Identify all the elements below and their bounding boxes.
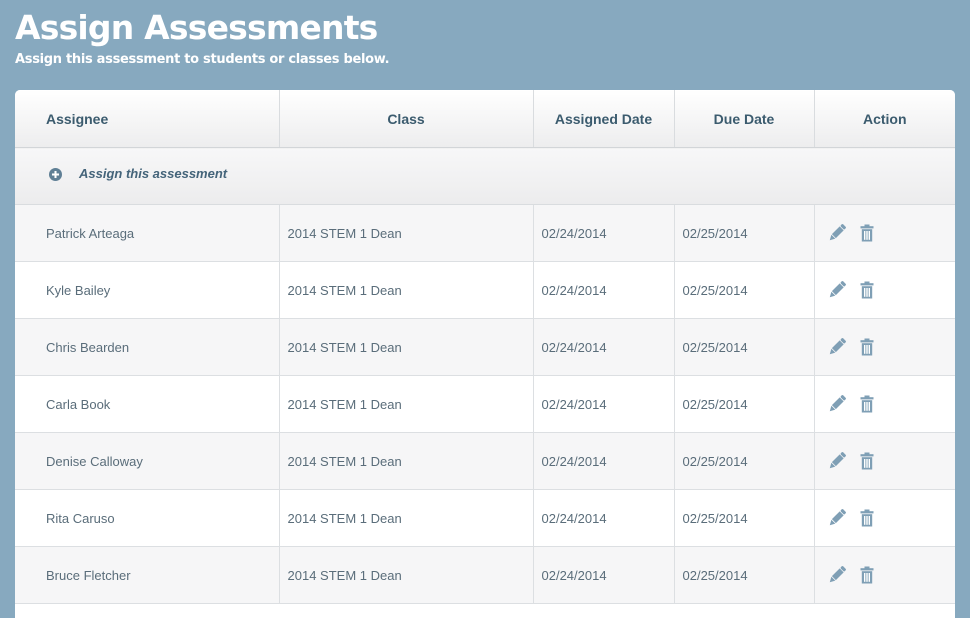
edit-button[interactable] (827, 451, 847, 471)
trash-icon (860, 566, 874, 584)
assigned-date-cell: 02/24/2014 (533, 261, 675, 319)
class-cell: 2014 STEM 1 Dean (279, 375, 534, 433)
assignee-cell: Rita Caruso (15, 489, 280, 547)
edit-button[interactable] (827, 565, 847, 585)
action-cell (814, 546, 955, 604)
due-date-cell: 02/25/2014 (674, 318, 815, 376)
plus-circle-icon (49, 168, 62, 181)
column-header-assignee[interactable]: Assignee (15, 90, 280, 148)
trash-icon (860, 281, 874, 299)
delete-button[interactable] (860, 281, 874, 299)
column-header-due-date[interactable]: Due Date (674, 90, 815, 148)
delete-button[interactable] (860, 509, 874, 527)
assigned-date-cell: 02/24/2014 (533, 489, 675, 547)
column-header-action: Action (814, 90, 955, 148)
delete-button[interactable] (860, 395, 874, 413)
edit-button[interactable] (827, 337, 847, 357)
assignee-cell: Chris Bearden (15, 318, 280, 376)
pencil-icon (829, 509, 846, 526)
due-date-cell: 02/25/2014 (674, 375, 815, 433)
table-row: Bruce Fletcher 2014 STEM 1 Dean 02/24/20… (15, 546, 955, 604)
assignee-cell: Bruce Fletcher (15, 546, 280, 604)
due-date-cell: 02/25/2014 (674, 204, 815, 262)
trash-icon (860, 338, 874, 356)
table-row: Rita Caruso 2014 STEM 1 Dean 02/24/2014 … (15, 489, 955, 547)
table-row: Carla Book 2014 STEM 1 Dean 02/24/2014 0… (15, 375, 955, 433)
delete-button[interactable] (860, 338, 874, 356)
table-header-row: Assignee Class Assigned Date Due Date Ac… (15, 90, 955, 148)
trash-icon (860, 509, 874, 527)
due-date-cell: 02/25/2014 (674, 261, 815, 319)
page-title: Assign Assessments (15, 8, 378, 47)
assignments-panel: Assignee Class Assigned Date Due Date Ac… (15, 90, 955, 618)
action-cell (814, 204, 955, 262)
delete-button[interactable] (860, 224, 874, 242)
trash-icon (860, 452, 874, 470)
edit-button[interactable] (827, 508, 847, 528)
assigned-date-cell: 02/24/2014 (533, 204, 675, 262)
pencil-icon (829, 452, 846, 469)
table-row: Patrick Arteaga 2014 STEM 1 Dean 02/24/2… (15, 204, 955, 262)
action-cell (814, 318, 955, 376)
class-cell: 2014 STEM 1 Dean (279, 204, 534, 262)
class-cell: 2014 STEM 1 Dean (279, 432, 534, 490)
edit-button[interactable] (827, 223, 847, 243)
class-cell: 2014 STEM 1 Dean (279, 261, 534, 319)
assigned-date-cell: 02/24/2014 (533, 375, 675, 433)
column-header-class[interactable]: Class (279, 90, 534, 148)
action-cell (814, 375, 955, 433)
assign-assessment-cell: Assign this assessment (15, 147, 955, 205)
due-date-cell: 02/25/2014 (674, 432, 815, 490)
edit-button[interactable] (827, 394, 847, 414)
trash-icon (860, 224, 874, 242)
pencil-icon (829, 566, 846, 583)
class-cell: 2014 STEM 1 Dean (279, 489, 534, 547)
table-row: Chris Bearden 2014 STEM 1 Dean 02/24/201… (15, 318, 955, 376)
pencil-icon (829, 224, 846, 241)
assigned-date-cell: 02/24/2014 (533, 432, 675, 490)
assignee-cell: Denise Calloway (15, 432, 280, 490)
pencil-icon (829, 338, 846, 355)
trash-icon (860, 395, 874, 413)
pencil-icon (829, 281, 846, 298)
assignments-table: Assignee Class Assigned Date Due Date Ac… (15, 90, 955, 604)
action-cell (814, 261, 955, 319)
page-subtitle: Assign this assessment to students or cl… (15, 52, 390, 67)
action-cell (814, 432, 955, 490)
due-date-cell: 02/25/2014 (674, 489, 815, 547)
assign-assessment-label: Assign this assessment (79, 166, 228, 181)
assignee-cell: Carla Book (15, 375, 280, 433)
assignee-cell: Kyle Bailey (15, 261, 280, 319)
assign-assessment-button[interactable]: Assign this assessment (49, 166, 227, 181)
class-cell: 2014 STEM 1 Dean (279, 546, 534, 604)
delete-button[interactable] (860, 566, 874, 584)
delete-button[interactable] (860, 452, 874, 470)
pencil-icon (829, 395, 846, 412)
edit-button[interactable] (827, 280, 847, 300)
assigned-date-cell: 02/24/2014 (533, 546, 675, 604)
assign-assessment-row: Assign this assessment (15, 147, 955, 205)
class-cell: 2014 STEM 1 Dean (279, 318, 534, 376)
action-cell (814, 489, 955, 547)
due-date-cell: 02/25/2014 (674, 546, 815, 604)
column-header-assigned-date[interactable]: Assigned Date (533, 90, 675, 148)
assigned-date-cell: 02/24/2014 (533, 318, 675, 376)
table-row: Kyle Bailey 2014 STEM 1 Dean 02/24/2014 … (15, 261, 955, 319)
table-row: Denise Calloway 2014 STEM 1 Dean 02/24/2… (15, 432, 955, 490)
assignee-cell: Patrick Arteaga (15, 204, 280, 262)
